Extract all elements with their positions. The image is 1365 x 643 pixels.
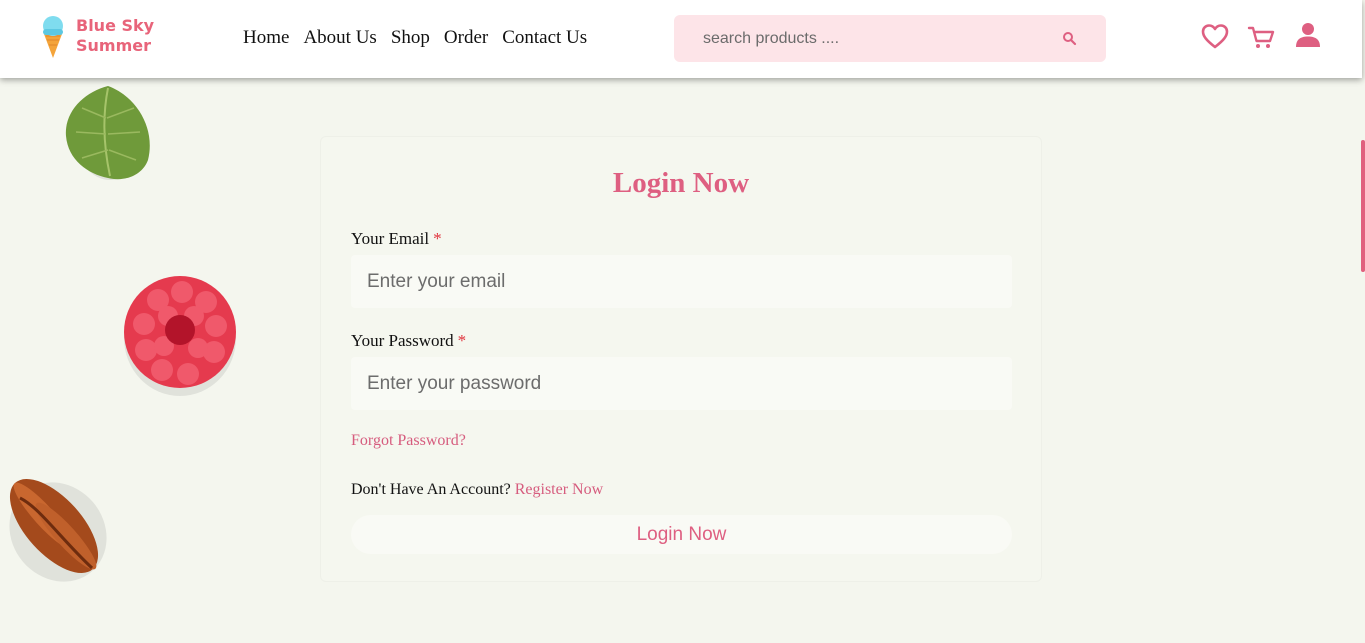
register-link[interactable]: Register Now bbox=[515, 481, 603, 498]
search-bar bbox=[674, 15, 1106, 62]
raspberry-image bbox=[118, 270, 242, 405]
search-input[interactable] bbox=[674, 15, 1034, 62]
login-button[interactable]: Login Now bbox=[351, 515, 1012, 554]
main-nav: Home About Us Shop Order Contact Us bbox=[243, 27, 587, 49]
brand-line-2: Summer bbox=[76, 36, 151, 55]
email-field[interactable] bbox=[351, 255, 1012, 308]
site-header: Blue Sky Summer Home About Us Shop Order… bbox=[0, 0, 1362, 78]
form-title: Login Now bbox=[612, 167, 750, 199]
password-label-text: Your Password bbox=[351, 331, 454, 350]
nav-home[interactable]: Home bbox=[243, 27, 289, 49]
brand-name: Blue Sky Summer bbox=[76, 16, 154, 56]
search-icon[interactable] bbox=[1060, 29, 1080, 49]
email-label-text: Your Email bbox=[351, 229, 430, 248]
register-prompt: Don't Have An Account? Register Now bbox=[351, 481, 603, 499]
email-label: Your Email * bbox=[351, 229, 442, 249]
scrollbar-thumb[interactable] bbox=[1361, 140, 1365, 272]
ice-cream-icon bbox=[43, 16, 63, 58]
nav-contact[interactable]: Contact Us bbox=[502, 27, 587, 49]
no-account-text: Don't Have An Account? bbox=[351, 481, 511, 498]
brand-logo[interactable]: Blue Sky Summer bbox=[40, 14, 160, 60]
forgot-password-link[interactable]: Forgot Password? bbox=[351, 432, 466, 450]
required-mark: * bbox=[433, 229, 442, 248]
nav-about[interactable]: About Us bbox=[303, 27, 376, 49]
password-label: Your Password * bbox=[351, 331, 466, 351]
user-icon[interactable] bbox=[1293, 20, 1323, 50]
password-field[interactable] bbox=[351, 357, 1012, 410]
pecan-image bbox=[0, 468, 114, 593]
nav-shop[interactable]: Shop bbox=[391, 27, 430, 49]
required-mark: * bbox=[457, 331, 467, 350]
nav-order[interactable]: Order bbox=[444, 27, 488, 49]
login-form: Login Now Your Email* Your Password* For… bbox=[320, 136, 1042, 582]
brand-line-1: Blue Sky bbox=[76, 16, 155, 35]
heart-icon[interactable] bbox=[1200, 22, 1230, 52]
mint-leaf-image bbox=[58, 78, 158, 191]
cart-icon[interactable] bbox=[1247, 22, 1277, 52]
